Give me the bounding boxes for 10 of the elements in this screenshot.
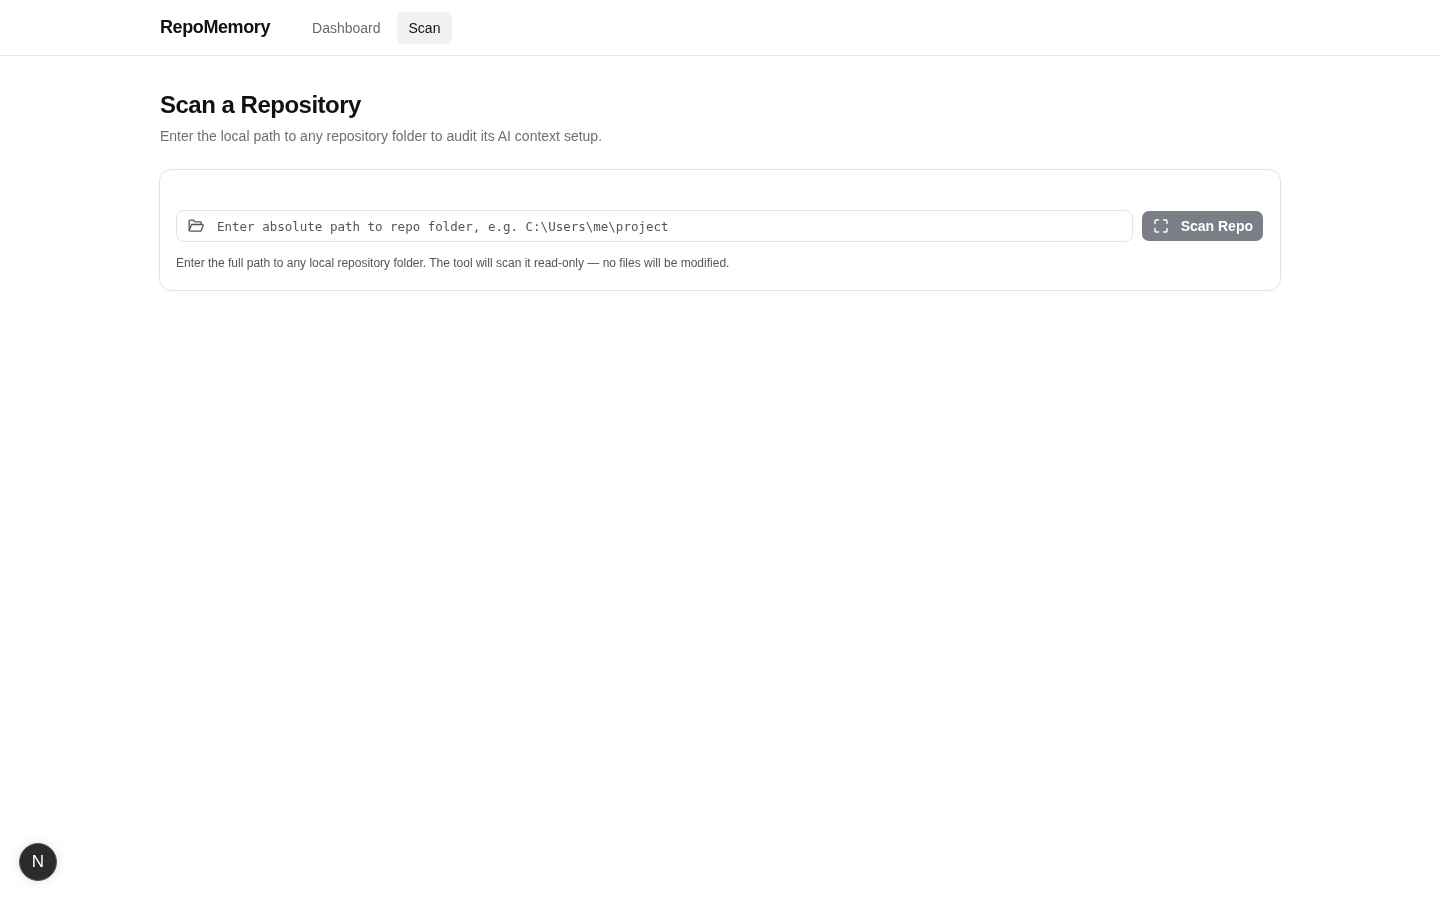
nav-tab[interactable]: Scan	[396, 11, 453, 44]
help-text: Enter the full path to any local repository folder. The tool will scan it read-only — no files will be modified.	[176, 255, 730, 271]
nav-tab[interactable]: Dashboard	[300, 11, 393, 44]
dev-tools-badge[interactable]: N	[19, 843, 57, 881]
brand-logo-text[interactable]: RepoMemory	[160, 17, 271, 38]
page-subtitle: Enter the local path to any repository folder to audit its AI context setup.	[160, 127, 603, 146]
folder-icon	[188, 219, 204, 233]
scan-frame-icon	[1153, 219, 1168, 233]
page-title: Scan a Repository	[160, 90, 361, 120]
path-input-field[interactable]: Enter absolute path to repo folder, e.g. C:\Users\me\project	[176, 210, 1133, 242]
